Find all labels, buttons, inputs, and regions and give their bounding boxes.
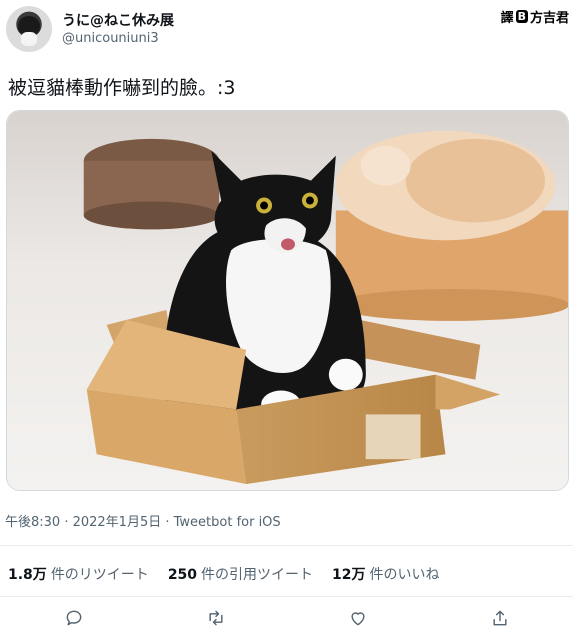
tweet-text: 被逗貓棒動作嚇到的臉。:3 — [8, 77, 236, 99]
watermark-part-3: 方吉君 — [529, 11, 569, 26]
tweet-photo[interactable] — [6, 110, 569, 491]
share-button[interactable] — [490, 608, 512, 630]
divider — [0, 545, 573, 546]
translator-watermark: 譯 B 方吉君 — [501, 7, 569, 26]
retweet-icon — [209, 610, 223, 626]
like-button[interactable] — [348, 608, 370, 630]
stat-label: 件の引用ツイート — [201, 567, 314, 583]
reply-button[interactable] — [64, 608, 86, 630]
stat-quotes[interactable]: 250 件の引用ツイート — [168, 564, 313, 584]
stat-label: 件のリツイート — [50, 567, 149, 583]
like-icon — [351, 612, 365, 626]
retweet-button[interactable] — [206, 608, 228, 630]
watermark-part-1: 譯 — [500, 11, 514, 26]
stat-count: 12万 — [332, 567, 366, 583]
stat-label: 件のいいね — [369, 567, 440, 583]
stat-retweets[interactable]: 1.8万 件のリツイート — [8, 564, 149, 584]
stat-likes[interactable]: 12万 件のいいね — [332, 564, 439, 584]
author-display-name[interactable]: うに@ねこ休み展 — [62, 10, 174, 30]
cat-in-box-image — [7, 111, 568, 490]
share-icon — [493, 610, 507, 626]
stat-count: 1.8万 — [8, 567, 47, 583]
divider — [0, 596, 573, 597]
tweet-actions — [0, 606, 573, 630]
watermark-part-2: B — [515, 10, 528, 23]
tweet-timestamp[interactable]: 午後8:30 · 2022年1月5日 · Tweetbot for iOS — [5, 511, 281, 530]
stat-count: 250 — [167, 567, 198, 583]
author-handle[interactable]: @unicouniuni3 — [62, 31, 159, 46]
avatar[interactable] — [6, 6, 52, 52]
tweet-stats: 1.8万 件のリツイート 250 件の引用ツイート 12万 件のいいね — [8, 564, 440, 584]
reply-icon — [66, 610, 82, 626]
